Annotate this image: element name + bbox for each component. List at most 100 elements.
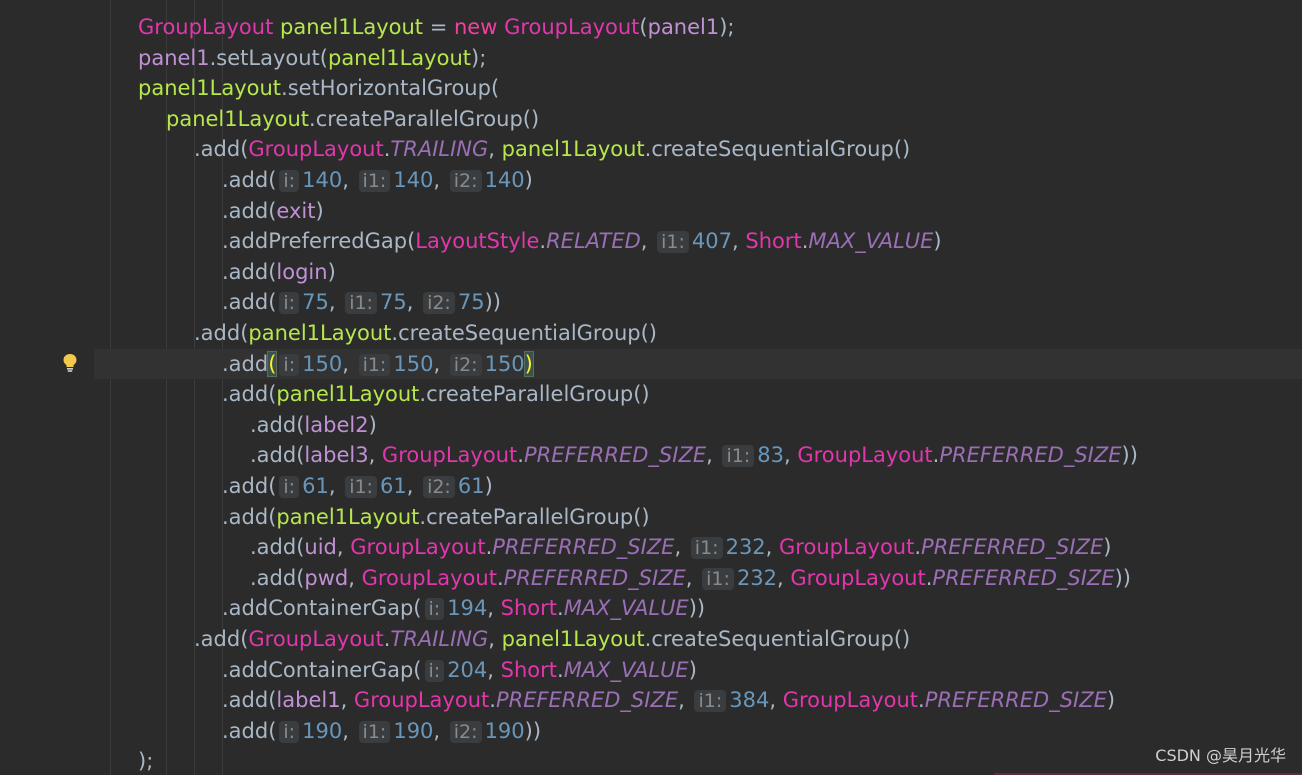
parameter-hint: i: (279, 476, 300, 498)
code-token: label2 (304, 412, 369, 437)
editor-gutter[interactable] (0, 0, 94, 775)
code-token: label3 (304, 443, 369, 468)
code-token: 75 (457, 290, 485, 315)
code-token: , (348, 565, 362, 590)
code-token: 75 (302, 290, 329, 315)
code-token: uid (304, 535, 337, 560)
code-token: .add( (222, 168, 277, 192)
parameter-hint: i1: (722, 445, 755, 468)
code-token: PREFERRED_SIZE (523, 443, 707, 468)
code-token: ) (933, 229, 942, 254)
code-token: , (368, 443, 382, 468)
parameter-hint: i1: (702, 567, 734, 590)
code-line[interactable]: .add(label2) (94, 410, 1302, 441)
code-token: 61 (457, 474, 485, 498)
code-token: GroupLayout (350, 535, 486, 560)
code-token: .add( (222, 198, 277, 223)
code-token: 140 (302, 168, 343, 192)
parameter-hint: i: (279, 720, 300, 743)
code-line[interactable]: .add(i: 61, i1: 61, i2: 61) (94, 471, 1302, 502)
code-line[interactable]: .add(label1, GroupLayout.PREFERRED_SIZE,… (94, 685, 1302, 716)
code-token: .addContainerGap( (222, 657, 422, 682)
code-line[interactable]: panel1.setLayout(panel1Layout); (94, 43, 1302, 74)
code-token: , (488, 137, 502, 162)
watermark: CSDN @昊月光华 (1155, 746, 1286, 765)
code-token: .add( (222, 504, 277, 529)
code-line[interactable]: .add(i: 190, i1: 190, i2: 190)) (94, 716, 1302, 747)
code-line[interactable]: .add(GroupLayout.TRAILING, panel1Layout.… (94, 134, 1302, 165)
code-token: GroupLayout (779, 535, 915, 560)
code-line[interactable]: .add(exit) (94, 196, 1302, 227)
code-token: LayoutStyle (415, 229, 540, 254)
code-token: MAX_VALUE (563, 596, 689, 621)
code-token: . (489, 688, 496, 713)
code-token: .addPreferredGap( (222, 229, 416, 254)
code-token: .createSequentialGroup() (644, 137, 911, 162)
code-token: panel1Layout (276, 504, 420, 529)
code-line[interactable]: .add(i: 75, i1: 75, i2: 75)) (94, 287, 1302, 318)
code-token: PREFERRED_SIZE (939, 443, 1122, 468)
code-editor[interactable]: GroupLayout panel1Layout = new GroupLayo… (0, 0, 1302, 775)
code-token: ( (639, 15, 648, 39)
code-line[interactable]: .add(i: 150, i1: 150, i2: 150) (94, 348, 1302, 380)
code-token: .add( (194, 321, 249, 345)
code-token: ) (1106, 688, 1116, 713)
code-token: PREFERRED_SIZE (495, 688, 679, 713)
code-token: ) (1103, 535, 1112, 560)
code-token: , (406, 290, 421, 315)
code-line[interactable]: .add(panel1Layout.createParallelGroup() (94, 502, 1302, 533)
code-token: RELATED (546, 229, 641, 254)
code-line[interactable]: .add(i: 140, i1: 140, i2: 140) (94, 165, 1302, 196)
code-token: , (487, 657, 501, 682)
code-token: ) (315, 198, 324, 223)
code-line[interactable]: panel1Layout.setHorizontalGroup( (94, 73, 1302, 104)
code-line[interactable]: ); (94, 746, 1302, 775)
parameter-hint: i1: (345, 292, 377, 315)
code-token: , (777, 565, 791, 590)
code-token: ); (471, 45, 487, 70)
code-token: TRAILING (390, 137, 489, 162)
code-token: panel1Layout (166, 106, 310, 131)
code-line[interactable]: panel1Layout.createParallelGroup() (94, 104, 1302, 135)
code-token: MAX_VALUE (563, 657, 689, 682)
code-line[interactable]: .addContainerGap(i: 194, Short.MAX_VALUE)… (94, 593, 1302, 624)
code-line[interactable]: .addContainerGap(i: 204, Short.MAX_VALUE) (94, 655, 1302, 686)
code-token: )) (524, 718, 542, 743)
code-token: ); (138, 749, 154, 774)
code-token: GroupLayout (248, 627, 384, 651)
code-token: . (557, 657, 564, 682)
code-token: panel1 (138, 45, 210, 70)
code-token: .add( (250, 412, 305, 437)
lightbulb-icon[interactable] (62, 353, 78, 373)
code-line[interactable]: .add(login) (94, 257, 1302, 288)
code-token: , (706, 443, 720, 468)
code-token: GroupLayout (790, 565, 926, 590)
code-line[interactable]: .add(panel1Layout.createParallelGroup() (94, 379, 1302, 410)
code-token: 61 (302, 474, 329, 498)
code-token: , (342, 351, 356, 376)
code-line[interactable]: .add(label3, GroupLayout.PREFERRED_SIZE,… (94, 440, 1302, 471)
code-token: login (276, 259, 328, 284)
code-token: Short (745, 229, 802, 254)
code-token: .add( (222, 290, 277, 315)
code-token: ) (327, 259, 336, 284)
parameter-hint: i2: (449, 170, 482, 192)
code-token: .add( (250, 535, 305, 560)
code-line[interactable]: .add(uid, GroupLayout.PREFERRED_SIZE, i1… (94, 532, 1302, 563)
code-line[interactable]: .add(GroupLayout.TRAILING, panel1Layout.… (94, 624, 1302, 655)
code-token: label1 (276, 688, 341, 713)
code-token: panel1Layout (280, 15, 424, 39)
code-token: .add( (222, 474, 277, 498)
code-line[interactable]: .add(pwd, GroupLayout.PREFERRED_SIZE, i1… (94, 563, 1302, 594)
parameter-hint: i1: (358, 720, 391, 743)
code-token: )) (1114, 565, 1131, 590)
parameter-hint: i: (424, 659, 445, 682)
code-token: , (488, 627, 502, 651)
code-token: . (557, 596, 564, 621)
code-line[interactable]: GroupLayout panel1Layout = new GroupLayo… (94, 12, 1302, 43)
parameter-hint: i: (279, 170, 300, 192)
code-line[interactable]: .addPreferredGap(LayoutStyle.RELATED, i1… (94, 226, 1302, 257)
code-line[interactable]: .add(panel1Layout.createSequentialGroup(… (94, 318, 1302, 349)
code-token: new (453, 15, 498, 39)
